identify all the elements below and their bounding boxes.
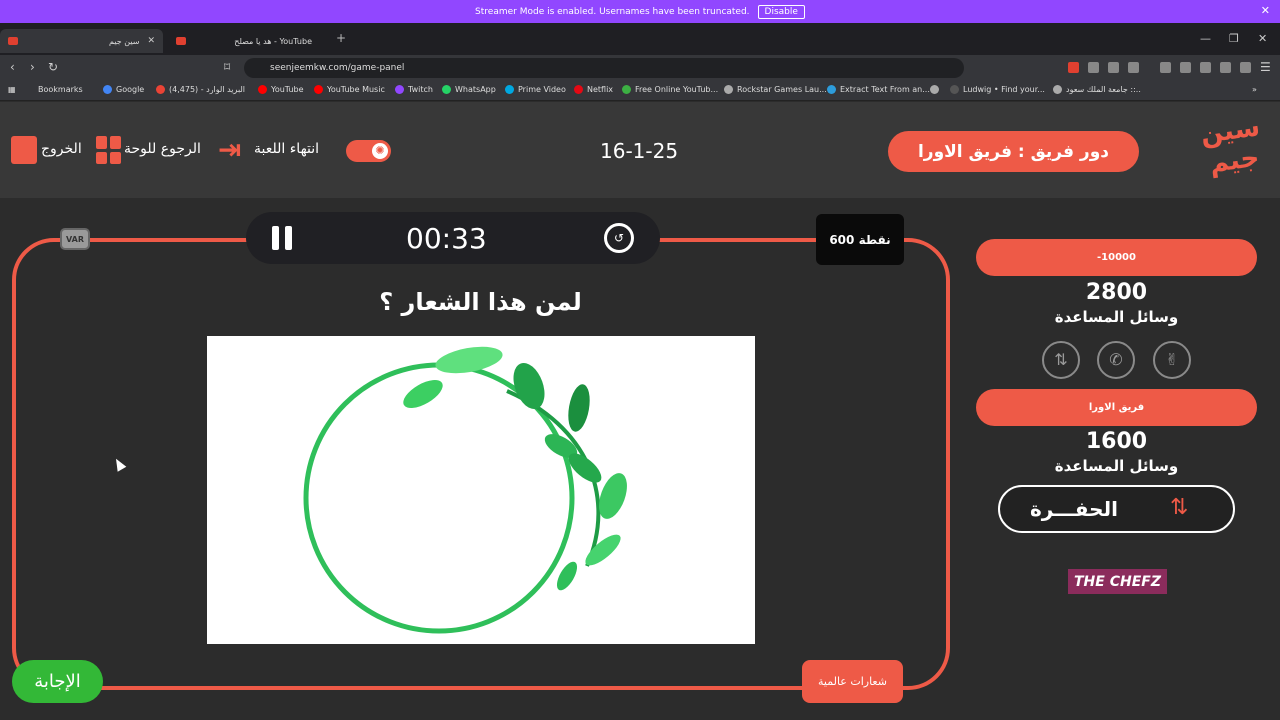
window-close-icon[interactable]: ✕ <box>1258 32 1267 45</box>
navigation-bar: ‹ › ↻ ⌑ seenjeemkw.com/game-panel ☰ <box>0 55 1280 81</box>
close-icon[interactable]: ✕ <box>1261 4 1270 17</box>
var-button[interactable]: VAR <box>60 228 90 250</box>
two-answers-icon[interactable]: ✌ <box>1153 341 1191 379</box>
team-2-name: فريق الاورا <box>976 389 1257 426</box>
bookmark-item[interactable]: WhatsApp <box>442 85 496 94</box>
extension-icon[interactable] <box>1068 62 1079 73</box>
team-turn-indicator: دور فريق : فريق الاورا <box>888 131 1139 172</box>
banner-message: Streamer Mode is enabled. Usernames have… <box>475 6 750 17</box>
vpn-icon[interactable] <box>1240 62 1251 73</box>
site-favicon-icon <box>8 37 18 45</box>
bookmark-item[interactable]: Extract Text From an... <box>827 85 930 94</box>
bookmark-icon[interactable]: ⌑ <box>224 60 230 74</box>
question-points: 600 نقطة <box>816 214 904 265</box>
phone-icon[interactable]: ✆ <box>1097 341 1135 379</box>
bookmark-item[interactable]: Ludwig • Find your... <box>950 85 1045 94</box>
reload-icon[interactable]: ↻ <box>48 60 58 74</box>
sponsor-logo: THE CHEFZ <box>1068 569 1167 594</box>
bookmark-item[interactable]: Prime Video <box>505 85 566 94</box>
bookmark-item[interactable]: Google <box>103 85 144 94</box>
team-1-aids-label: وسائل المساعدة <box>1054 308 1179 326</box>
bookmarks-bar: ▦ Bookmarks Google البريد الوارد - (4,47… <box>0 81 1280 101</box>
new-tab-icon[interactable]: + <box>336 31 346 45</box>
apps-icon[interactable]: ▦ <box>8 85 16 94</box>
mode-toggle[interactable]: ✺ <box>346 140 391 162</box>
team-1-name: -10000 <box>976 239 1257 276</box>
bookmark-item[interactable]: جامعة الملك سعود ::.. <box>1053 85 1141 94</box>
leo-icon[interactable] <box>1220 62 1231 73</box>
team-2-score: 1600 <box>1085 429 1148 454</box>
game-header: سين جيم دور فريق : فريق الاورا 16-1-25 ✺… <box>0 102 1280 198</box>
youtube-favicon-icon <box>176 37 186 45</box>
swap-icon[interactable]: ⇅ <box>1042 341 1080 379</box>
disable-streamer-mode-button[interactable]: Disable <box>757 4 805 19</box>
tab-youtube[interactable]: هد يا مصلح - YouTube <box>168 29 328 53</box>
game-date: 16-1-25 <box>600 139 679 163</box>
tab-title: هد يا مصلح - YouTube <box>234 36 312 46</box>
music-icon[interactable] <box>1160 62 1171 73</box>
swap-arrows-icon: ⇅ <box>1170 495 1189 520</box>
extension-icon[interactable] <box>1108 62 1119 73</box>
team-1-score: 2800 <box>1085 280 1148 305</box>
address-bar[interactable]: seenjeemkw.com/game-panel <box>244 58 964 78</box>
extension-icon[interactable] <box>1088 62 1099 73</box>
tab-bar: سين جيم ✕ هد يا مصلح - YouTube <box>0 23 1280 55</box>
menu-icon[interactable]: ☰ <box>1260 60 1271 74</box>
wallet-icon[interactable] <box>1200 62 1211 73</box>
restart-timer-icon[interactable]: ↺ <box>604 223 634 253</box>
bookmark-item[interactable] <box>930 85 939 94</box>
timer-bar: 00:33 ↺ <box>246 212 660 264</box>
team-2-aids-label: وسائل المساعدة <box>1054 457 1179 475</box>
close-tab-icon[interactable]: ✕ <box>147 36 155 46</box>
pit-button[interactable]: الحفـــرة ⇅ <box>998 485 1235 533</box>
extension-icon[interactable] <box>1128 62 1139 73</box>
bookmark-item[interactable]: Bookmarks <box>38 85 83 94</box>
streamer-mode-banner: Streamer Mode is enabled. Usernames have… <box>0 0 1280 23</box>
tab-title: سين جيم <box>109 36 140 46</box>
forward-icon[interactable]: › <box>30 60 35 74</box>
bookmark-item[interactable]: Rockstar Games Lau... <box>724 85 827 94</box>
door-exit-icon <box>11 136 37 164</box>
more-bookmarks-icon[interactable]: » <box>1252 85 1257 94</box>
bookmark-item[interactable]: YouTube <box>258 85 304 94</box>
url-text: seenjeemkw.com/game-panel <box>270 63 405 73</box>
answer-button[interactable]: الإجابة <box>12 660 103 703</box>
bookmark-item[interactable]: YouTube Music <box>314 85 385 94</box>
question-image <box>207 336 755 644</box>
exit-button[interactable]: الخروج <box>41 141 82 157</box>
pit-label: الحفـــرة <box>1030 497 1118 521</box>
question-text: لمن هذا الشعار ؟ <box>379 288 582 316</box>
back-icon[interactable]: ‹ <box>10 60 15 74</box>
timer-display: 00:33 <box>406 222 487 255</box>
bookmark-item[interactable]: Twitch <box>395 85 433 94</box>
bookmark-item[interactable]: Free Online YouTub... <box>622 85 718 94</box>
bookmark-item[interactable]: Netflix <box>574 85 613 94</box>
arrow-right-icon: ⇥ <box>218 133 242 166</box>
bookmark-item[interactable]: البريد الوارد - (4,475) <box>156 85 245 94</box>
grid-icon <box>96 136 122 164</box>
gear-icon: ✺ <box>372 143 388 159</box>
game-board: VAR 00:33 ↺ 600 نقطة لمن هذا الشعار ؟ ال… <box>0 198 1280 720</box>
end-game-button[interactable]: انتهاء اللعبة <box>254 141 319 157</box>
maximize-icon[interactable]: ❐ <box>1229 32 1239 45</box>
sidebar-icon[interactable] <box>1180 62 1191 73</box>
category-tag: شعارات عالمية <box>802 660 903 703</box>
minimize-icon[interactable]: — <box>1200 32 1211 45</box>
back-to-board-button[interactable]: الرجوع للوحة <box>124 141 201 157</box>
site-logo: سين جيم <box>1198 112 1262 180</box>
leaf-wreath-logo <box>303 346 627 634</box>
pause-icon[interactable] <box>272 226 292 250</box>
tab-game[interactable]: سين جيم ✕ <box>0 29 163 53</box>
